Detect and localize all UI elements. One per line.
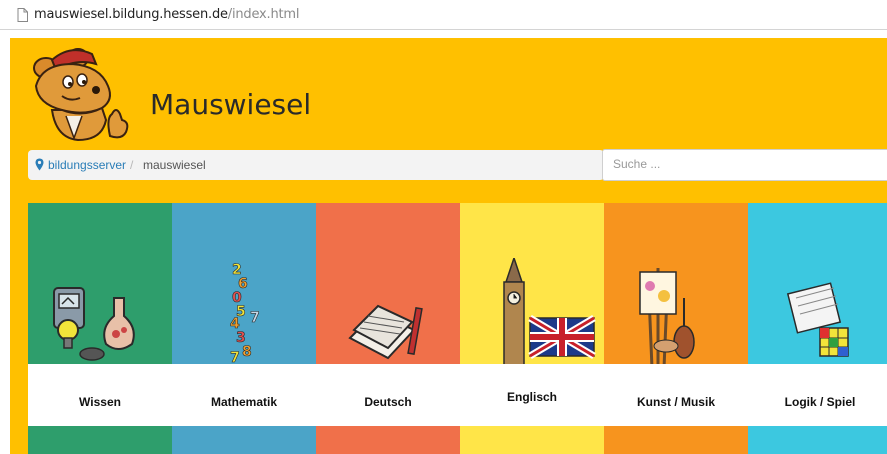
location-pin-icon: [35, 158, 44, 171]
tile-deutsch[interactable]: Deutsch: [316, 203, 460, 454]
tile-label-wissen: Wissen: [79, 395, 121, 409]
svg-text:8: 8: [242, 344, 252, 360]
easel-violin-icon: [639, 268, 695, 369]
breadcrumb-separator: /: [130, 158, 134, 172]
tile-englisch[interactable]: Englisch: [460, 203, 604, 454]
url-text[interactable]: mauswiesel.bildung.hessen.de/index.html: [34, 7, 299, 22]
site-header: Mauswiesel bildungsserver / mauswiesel S…: [10, 38, 887, 454]
tile-label-logik-spiel: Logik / Spiel: [784, 395, 856, 409]
big-ben-union-jack-icon: [503, 258, 596, 378]
tile-kunst-musik[interactable]: Kunst / Musik: [604, 203, 748, 454]
svg-text:7: 7: [250, 310, 260, 326]
breadcrumb-current: mauswiesel: [143, 158, 206, 172]
category-tiles: Wissen 2 6 0 5 4 7 3 8 7 Mathematik Deut…: [28, 203, 887, 454]
url-domain: mauswiesel.bildung.hessen.de: [34, 7, 228, 22]
page-icon: [17, 8, 28, 22]
numbers-icon: 2 6 0 5 4 7 3 8 7: [230, 262, 260, 367]
breadcrumb: bildungsserver / mauswiesel: [28, 150, 604, 180]
tile-logik-spiel[interactable]: Logik / Spiel: [748, 203, 887, 454]
search-input[interactable]: Suche ...: [602, 149, 887, 181]
url-path: /index.html: [227, 7, 300, 22]
tile-label-englisch: Englisch: [506, 390, 557, 404]
site-title[interactable]: Mauswiesel: [150, 88, 311, 121]
books-pen-icon: [348, 304, 423, 360]
browser-address-bar[interactable]: mauswiesel.bildung.hessen.de/index.html: [0, 0, 887, 30]
tile-label-mathematik: Mathematik: [210, 395, 278, 409]
tile-wissen[interactable]: Wissen: [28, 203, 172, 454]
weasel-mascot-icon[interactable]: [22, 40, 134, 144]
breadcrumb-link-bildungsserver[interactable]: bildungsserver: [48, 158, 126, 172]
tile-label-deutsch: Deutsch: [364, 395, 412, 409]
calendar-cube-icon: [786, 282, 849, 357]
tile-label-kunst-musik: Kunst / Musik: [636, 395, 715, 409]
science-equipment-icon: [53, 287, 135, 361]
tile-mathematik[interactable]: 2 6 0 5 4 7 3 8 7 Mathematik: [172, 203, 316, 454]
